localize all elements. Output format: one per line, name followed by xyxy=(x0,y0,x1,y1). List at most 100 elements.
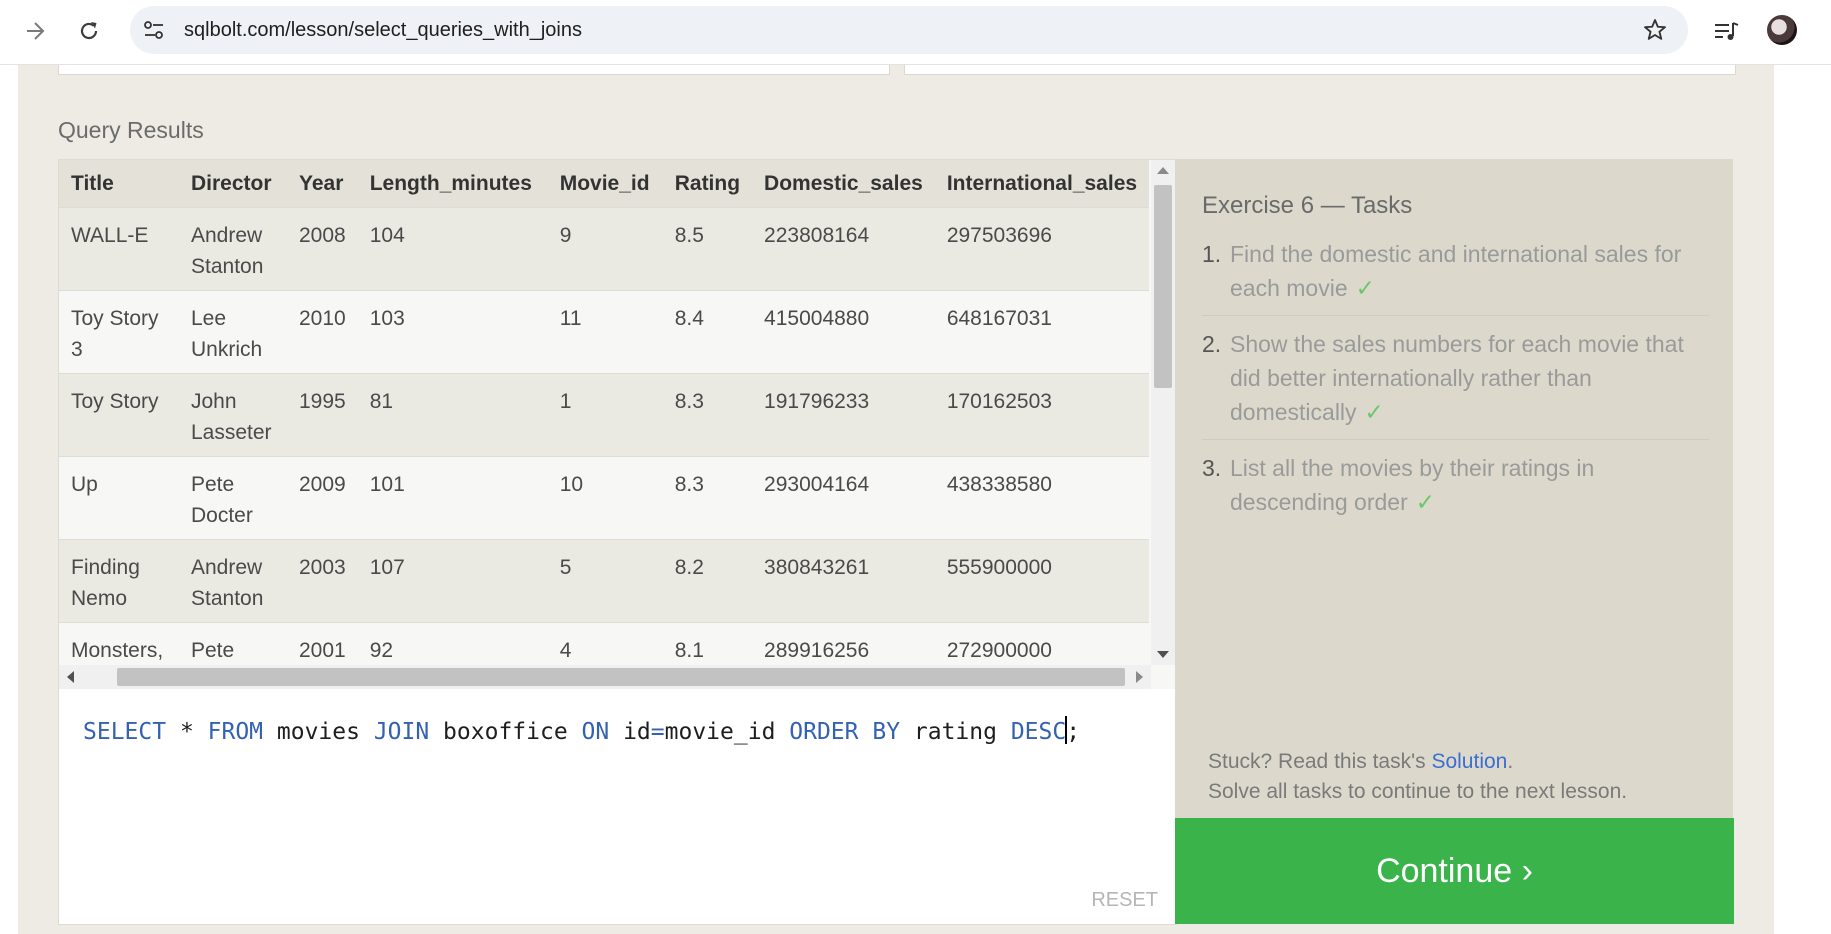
table-cell: 2010 xyxy=(287,290,358,374)
table-cell: 8.5 xyxy=(662,207,753,291)
task-text: Show the sales numbers for each movie th… xyxy=(1230,331,1684,425)
table-cell: 11 xyxy=(547,290,663,374)
profile-avatar[interactable] xyxy=(1767,15,1797,45)
table-cell: 272900000 xyxy=(934,622,1150,665)
table-cell: 8.2 xyxy=(662,539,753,623)
table-cell: 555900000 xyxy=(934,539,1150,623)
table-cell: 293004164 xyxy=(752,456,935,540)
checkmark-icon: ✓ xyxy=(1364,399,1384,425)
table-cell: John Lasseter xyxy=(179,373,287,457)
bookmark-star-icon[interactable] xyxy=(1642,17,1668,43)
table-cell: 1 xyxy=(547,373,663,457)
reset-button[interactable]: RESET xyxy=(1091,889,1158,912)
table-cell: 1995 xyxy=(287,373,358,457)
column-header: Director xyxy=(179,160,287,208)
task-item: 2. Show the sales numbers for each movie… xyxy=(1202,327,1709,440)
table-cell: Pete Docter xyxy=(179,456,287,540)
table-cell: Finding Nemo xyxy=(59,539,179,623)
table-cell: Up xyxy=(59,456,179,540)
sql-keyword: ON xyxy=(581,719,610,745)
horizontal-scrollbar[interactable] xyxy=(59,665,1151,689)
table-cell: 8.3 xyxy=(662,373,753,457)
sql-keyword: DESC xyxy=(1010,719,1067,745)
table-cell: 103 xyxy=(357,290,548,374)
sql-token: boxoffice xyxy=(429,719,582,745)
previous-table-panel xyxy=(904,65,1736,75)
back-arrow-icon[interactable] xyxy=(18,14,52,48)
column-header: Length_minutes xyxy=(357,160,548,208)
task-item: 1. Find the domestic and international s… xyxy=(1202,237,1709,316)
table-cell: Monsters, Inc. xyxy=(59,622,179,665)
sql-keyword: SELECT xyxy=(83,719,167,745)
table-cell: 104 xyxy=(357,207,548,291)
help-suffix: . xyxy=(1507,750,1514,773)
table-cell: 2008 xyxy=(287,207,358,291)
sql-token: rating xyxy=(900,719,1011,745)
sql-query-text[interactable]: SELECT * FROM movies JOIN boxoffice ON i… xyxy=(83,716,1080,745)
task-item: 3. List all the movies by their ratings … xyxy=(1202,451,1709,529)
table-cell: 380843261 xyxy=(752,539,935,623)
scroll-up-arrow-icon[interactable] xyxy=(1157,167,1169,174)
task-list: 1. Find the domestic and international s… xyxy=(1202,237,1709,540)
solution-link[interactable]: Solution xyxy=(1431,750,1507,773)
table-cell: Toy Story 3 xyxy=(59,290,179,374)
table-cell: Pete Docter xyxy=(179,622,287,665)
table-row: Toy Story John Lasseter 1995 81 1 8.3 19… xyxy=(59,373,1150,457)
scroll-right-arrow-icon[interactable] xyxy=(1136,671,1143,683)
vertical-scrollbar[interactable] xyxy=(1151,160,1175,665)
table-cell: 8.4 xyxy=(662,290,753,374)
query-results-scroll-area[interactable]: Title Director Year Length_minutes Movie… xyxy=(59,160,1151,665)
table-cell: 81 xyxy=(357,373,548,457)
help-text: Stuck? Read this task's Solution. Solve … xyxy=(1208,747,1627,807)
task-number: 2. xyxy=(1202,331,1222,357)
table-cell: 2009 xyxy=(287,456,358,540)
table-cell: Lee Unkrich xyxy=(179,290,287,374)
task-text: Find the domestic and international sale… xyxy=(1230,241,1682,301)
table-cell: 101 xyxy=(357,456,548,540)
sql-keyword: = xyxy=(650,719,665,745)
table-row: Monsters, Inc. Pete Docter 2001 92 4 8.1… xyxy=(59,622,1150,665)
address-bar[interactable]: sqlbolt.com/lesson/select_queries_with_j… xyxy=(130,6,1688,54)
column-header: Title xyxy=(59,160,179,208)
reload-icon[interactable] xyxy=(72,14,106,48)
task-number: 3. xyxy=(1202,455,1222,481)
sql-token: movies xyxy=(263,719,374,745)
column-header: Rating xyxy=(662,160,753,208)
media-control-icon[interactable] xyxy=(1711,16,1741,46)
scroll-left-arrow-icon[interactable] xyxy=(67,671,74,683)
sql-keyword: JOIN xyxy=(373,719,430,745)
table-cell: 9 xyxy=(547,207,663,291)
tasks-panel: Exercise 6 — Tasks 1. Find the domestic … xyxy=(1175,159,1733,818)
page-content: Query Results Title Director Year Length… xyxy=(0,65,1831,934)
help-line: Stuck? Read this task's Solution. xyxy=(1208,747,1627,777)
table-cell: Andrew Stanton xyxy=(179,207,287,291)
site-settings-icon[interactable] xyxy=(142,18,166,42)
table-cell: 8.3 xyxy=(662,456,753,540)
help-line-2: Solve all tasks to continue to the next … xyxy=(1208,780,1628,803)
table-cell: Andrew Stanton xyxy=(179,539,287,623)
sql-editor[interactable]: SELECT * FROM movies JOIN boxoffice ON i… xyxy=(58,689,1177,925)
sql-token: ; xyxy=(1066,719,1081,745)
table-row: Up Pete Docter 2009 101 10 8.3 293004164… xyxy=(59,456,1150,540)
table-cell: 2003 xyxy=(287,539,358,623)
scroll-down-arrow-icon[interactable] xyxy=(1157,651,1169,658)
column-header: Movie_id xyxy=(547,160,663,208)
url-text: sqlbolt.com/lesson/select_queries_with_j… xyxy=(184,19,582,41)
table-row: WALL-E Andrew Stanton 2008 104 9 8.5 223… xyxy=(59,207,1150,291)
table-row: Finding Nemo Andrew Stanton 2003 107 5 8… xyxy=(59,539,1150,623)
table-cell: WALL-E xyxy=(59,207,179,291)
table-cell: 648167031 xyxy=(934,290,1150,374)
horizontal-scroll-thumb[interactable] xyxy=(117,668,1125,686)
column-header: Year xyxy=(287,160,358,208)
sql-keyword: FROM xyxy=(207,719,264,745)
table-cell: 10 xyxy=(547,456,663,540)
table-cell: 289916256 xyxy=(752,622,935,665)
sql-token: id xyxy=(609,719,651,745)
table-cell: 297503696 xyxy=(934,207,1150,291)
continue-button[interactable]: Continue › xyxy=(1175,818,1734,924)
column-header: Domestic_sales xyxy=(752,160,935,208)
vertical-scroll-thumb[interactable] xyxy=(1154,185,1172,388)
task-number: 1. xyxy=(1202,241,1222,267)
sql-token: movie_id xyxy=(664,719,790,745)
table-cell: 191796233 xyxy=(752,373,935,457)
